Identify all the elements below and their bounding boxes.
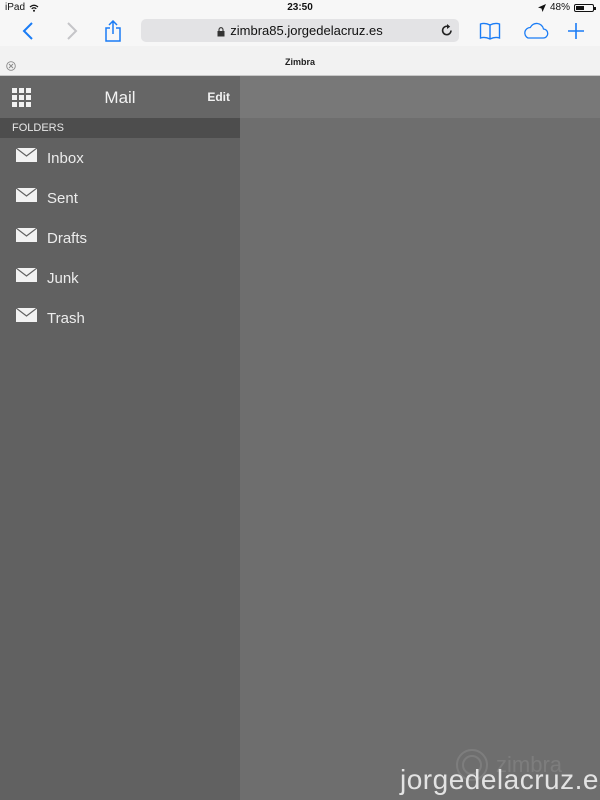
browser-toolbar: zimbra85.jorgedelacruz.es — [0, 16, 600, 46]
tab-bar: Zimbra — [0, 46, 600, 76]
status-bar: iPad 23:50 48% — [0, 0, 600, 16]
icloud-tabs-button[interactable] — [520, 16, 550, 46]
plus-icon — [568, 23, 584, 39]
book-icon — [479, 22, 501, 40]
reload-button[interactable] — [441, 23, 453, 42]
folder-item-inbox[interactable]: Inbox — [0, 138, 240, 178]
message-pane — [240, 76, 600, 800]
folder-label: Trash — [47, 310, 85, 327]
site-watermark: jorgedelacruz.es — [400, 764, 600, 795]
envelope-icon — [16, 308, 37, 322]
folders-section-header: FOLDERS — [0, 118, 240, 138]
url-text: zimbra85.jorgedelacruz.es — [230, 23, 383, 38]
folder-label: Drafts — [47, 230, 88, 247]
back-button[interactable] — [18, 16, 38, 46]
folder-label: Junk — [47, 270, 79, 287]
battery-fill — [576, 5, 584, 10]
folder-label: Inbox — [47, 150, 84, 167]
address-bar[interactable]: zimbra85.jorgedelacruz.es — [141, 19, 459, 42]
share-icon — [105, 20, 121, 42]
sidebar-title: Mail — [104, 88, 136, 107]
cloud-icon — [524, 22, 549, 39]
message-pane-header — [240, 76, 600, 118]
folder-item-sent[interactable]: Sent — [0, 178, 240, 218]
new-tab-button[interactable] — [566, 16, 586, 46]
reload-icon — [441, 24, 452, 36]
mail-sidebar: Mail Edit FOLDERS Inbox Sent Drafts Junk… — [0, 76, 240, 800]
clock: 23:50 — [287, 2, 313, 13]
battery-icon — [574, 3, 596, 12]
url-display: zimbra85.jorgedelacruz.es — [141, 23, 459, 38]
chevron-right-icon — [67, 22, 78, 40]
envelope-icon — [16, 268, 37, 282]
envelope-icon — [16, 228, 37, 242]
share-button[interactable] — [102, 16, 124, 46]
lock-icon — [217, 26, 225, 37]
sidebar-header: Mail Edit — [0, 76, 240, 118]
forward-button[interactable] — [62, 16, 82, 46]
location-arrow-icon — [537, 3, 546, 12]
tab-title[interactable]: Zimbra — [0, 57, 600, 67]
edit-button[interactable]: Edit — [207, 90, 230, 104]
folder-label: Sent — [47, 190, 78, 207]
chevron-left-icon — [22, 22, 33, 40]
folder-item-junk[interactable]: Junk — [0, 258, 240, 298]
envelope-icon — [16, 188, 37, 202]
envelope-icon — [16, 148, 37, 162]
bookmarks-button[interactable] — [479, 16, 501, 46]
status-right: 48% — [537, 2, 596, 13]
folder-item-trash[interactable]: Trash — [0, 298, 240, 338]
battery-percent: 48% — [549, 2, 570, 13]
folder-list: Inbox Sent Drafts Junk Trash — [0, 138, 240, 338]
folder-item-drafts[interactable]: Drafts — [0, 218, 240, 258]
